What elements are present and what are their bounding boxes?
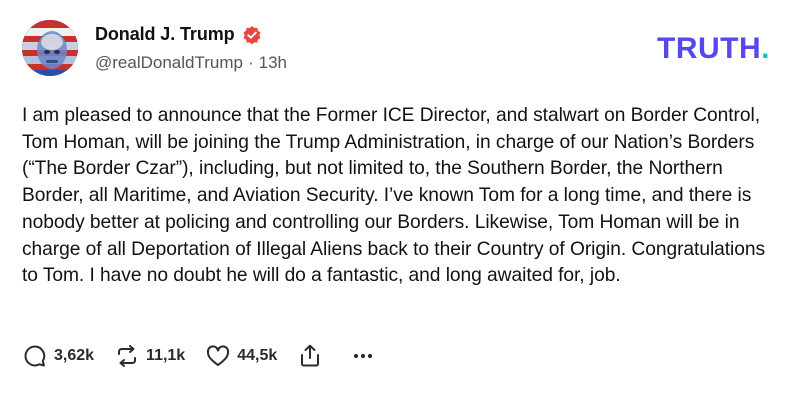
brand-name: TRUTH (657, 32, 762, 65)
author-meta-row: @realDonaldTrump · 13h (95, 53, 287, 73)
post-text: I am pleased to announce that the Former… (22, 105, 766, 287)
author-avatar[interactable] (22, 20, 78, 76)
share-button[interactable] (297, 343, 323, 369)
more-dots-icon (351, 344, 375, 368)
brand-dot: . (761, 32, 770, 65)
heart-icon (205, 343, 231, 369)
truth-post-card: Donald J. Trump @realDonaldTrump · 13h T… (0, 0, 800, 411)
more-options-button[interactable] (351, 344, 375, 368)
verified-badge-icon (242, 25, 262, 45)
author-handle[interactable]: @realDonaldTrump (95, 53, 243, 73)
post-timestamp[interactable]: 13h (259, 53, 287, 73)
like-button[interactable]: 44,5k (205, 343, 277, 369)
reply-button[interactable]: 3,62k (22, 343, 94, 369)
retruth-button[interactable]: 11,1k (114, 343, 185, 369)
meta-separator: · (247, 53, 254, 72)
author-display-name[interactable]: Donald J. Trump (95, 24, 235, 45)
avatar-image (22, 20, 78, 76)
reply-count: 3,62k (54, 347, 95, 364)
retruth-arrows-icon (114, 343, 140, 369)
author-name-row: Donald J. Trump (95, 24, 262, 45)
share-icon (297, 343, 323, 369)
retruth-count: 11,1k (146, 347, 186, 364)
like-count: 44,5k (237, 347, 278, 364)
truth-social-logo: TRUTH. (657, 32, 770, 66)
reply-bubble-icon (22, 343, 48, 369)
post-actions-bar: 3,62k 11,1k 44,5k (22, 342, 375, 370)
